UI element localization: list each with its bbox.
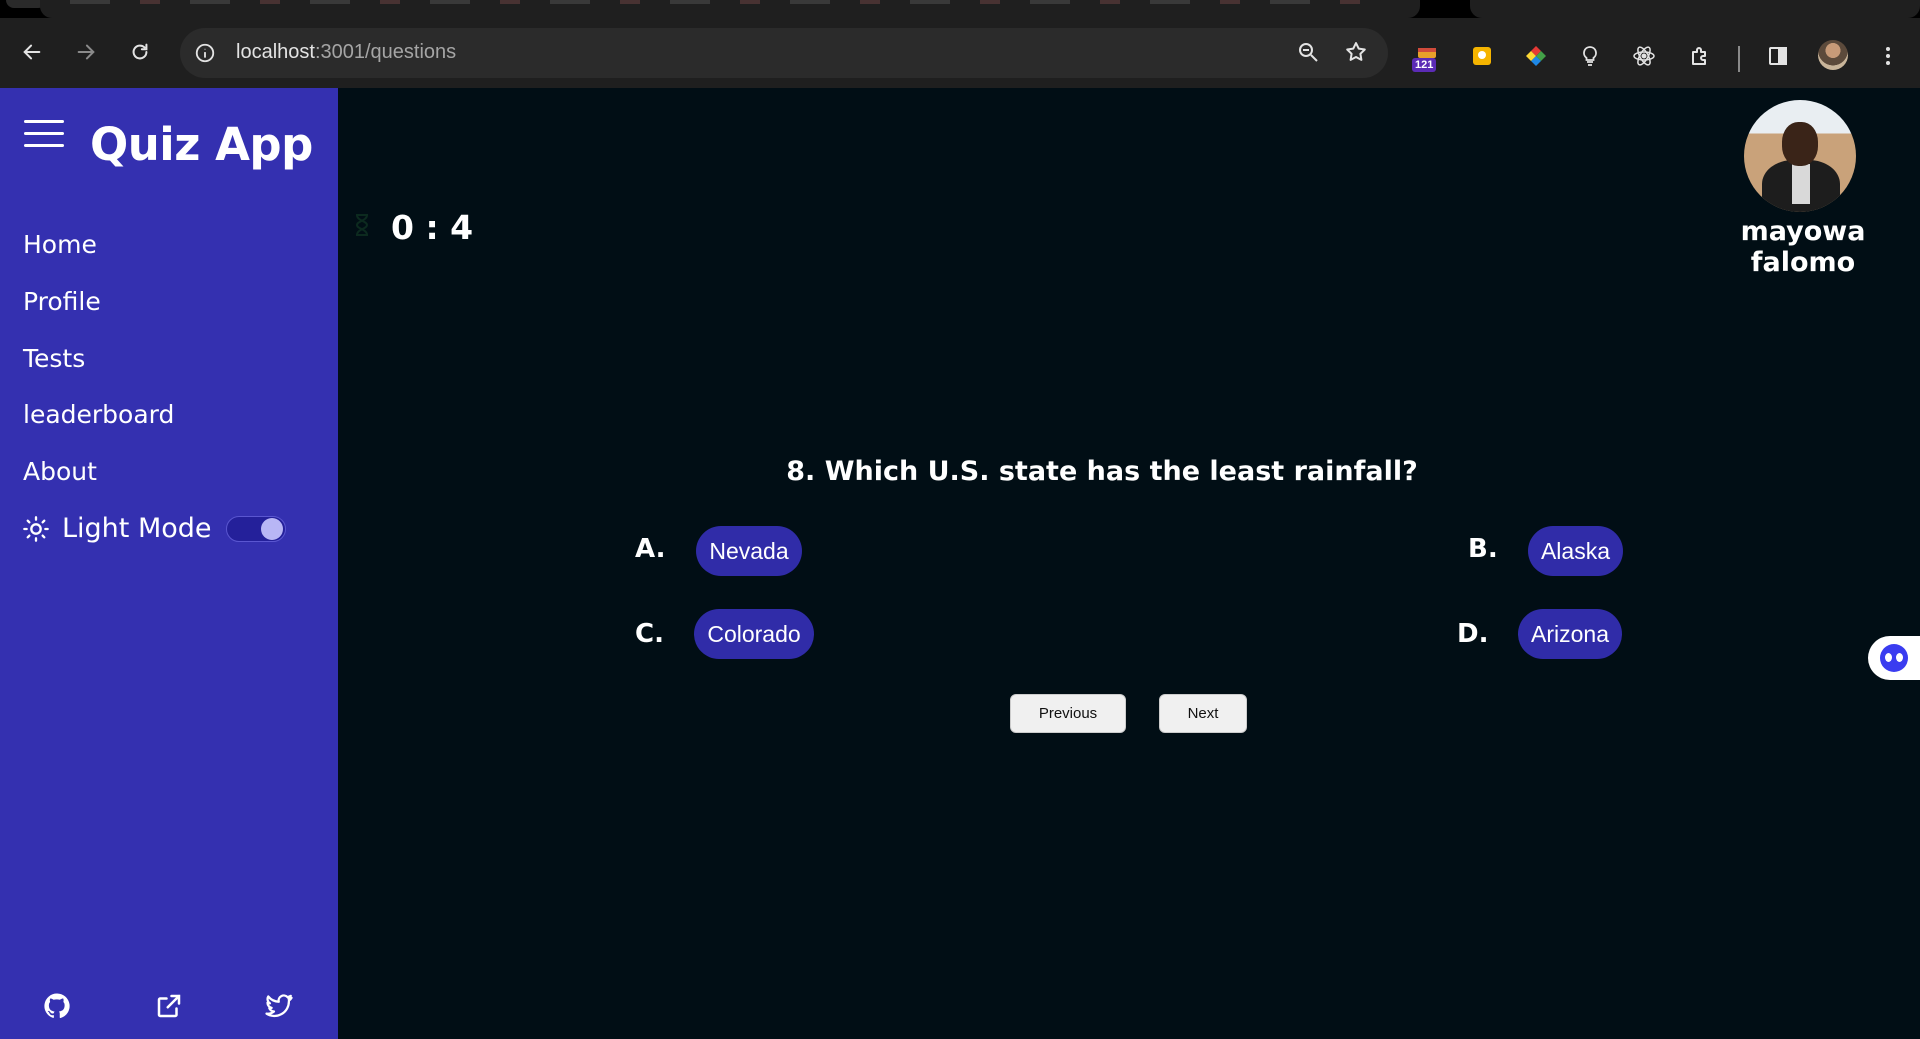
theme-mode-label: Light Mode bbox=[62, 513, 212, 544]
site-info-icon[interactable] bbox=[192, 40, 218, 66]
quiz-timer: 0 : 4 bbox=[391, 208, 474, 247]
option-c-button[interactable]: Colorado bbox=[694, 609, 814, 659]
theme-toggle[interactable] bbox=[225, 515, 286, 542]
bookmark-star-icon[interactable] bbox=[1344, 40, 1370, 66]
github-icon[interactable] bbox=[42, 991, 74, 1023]
toolbar-divider bbox=[1738, 46, 1740, 72]
reload-button[interactable] bbox=[120, 32, 160, 72]
hourglass-icon bbox=[355, 214, 369, 236]
toggle-knob bbox=[260, 517, 283, 540]
keep-extension-icon[interactable] bbox=[1468, 42, 1496, 70]
twitter-icon[interactable] bbox=[264, 991, 296, 1023]
option-b-button[interactable]: Alaska bbox=[1528, 526, 1623, 576]
username: mayowa falomo bbox=[1740, 216, 1866, 278]
option-a-letter: A. bbox=[635, 534, 666, 564]
avatar[interactable] bbox=[1744, 100, 1856, 212]
main-content: 0 : 4 mayowa falomo 8. Which U.S. state … bbox=[338, 88, 1920, 1039]
browser-tabstrip bbox=[0, 0, 1920, 18]
react-devtools-icon[interactable] bbox=[1630, 42, 1658, 70]
extensions-puzzle-icon[interactable] bbox=[1686, 42, 1714, 70]
sidebar-item-leaderboard[interactable]: leaderboard bbox=[23, 400, 174, 429]
extension-badge: 121 bbox=[1412, 58, 1437, 72]
app-title: Quiz App bbox=[90, 118, 313, 171]
address-bar[interactable]: localhost:3001/questions bbox=[180, 28, 1388, 78]
browser-toolbar: localhost:3001/questions 121 bbox=[0, 18, 1920, 88]
browser-tab[interactable] bbox=[1470, 0, 1920, 18]
option-c-letter: C. bbox=[635, 619, 664, 649]
external-link-icon[interactable] bbox=[154, 991, 186, 1023]
next-button[interactable]: Next bbox=[1159, 694, 1247, 733]
sidebar-item-tests[interactable]: Tests bbox=[23, 344, 85, 373]
back-button[interactable] bbox=[12, 32, 52, 72]
chat-widget-button[interactable] bbox=[1868, 636, 1920, 680]
lightbulb-extension-icon[interactable] bbox=[1576, 42, 1604, 70]
browser-tab-group[interactable] bbox=[40, 0, 1420, 18]
forward-button[interactable] bbox=[66, 32, 106, 72]
previous-button[interactable]: Previous bbox=[1010, 694, 1126, 733]
option-a-button[interactable]: Nevada bbox=[696, 526, 802, 576]
question-text: 8. Which U.S. state has the least rainfa… bbox=[786, 456, 1418, 487]
sidebar-item-profile[interactable]: Profile bbox=[23, 287, 101, 316]
zoom-icon[interactable] bbox=[1296, 40, 1322, 66]
more-menu-icon[interactable] bbox=[1874, 42, 1902, 70]
chat-bot-icon bbox=[1880, 644, 1908, 672]
sidebar-item-about[interactable]: About bbox=[23, 457, 97, 486]
browser-profile-avatar[interactable] bbox=[1818, 40, 1848, 70]
sidebar-item-home[interactable]: Home bbox=[23, 230, 97, 259]
url-host: localhost bbox=[236, 41, 315, 63]
color-picker-extension-icon[interactable] bbox=[1522, 42, 1550, 70]
hamburger-menu-icon[interactable] bbox=[24, 120, 64, 150]
url-path: :3001/questions bbox=[314, 41, 457, 63]
sidebar: Quiz App Home Profile Tests leaderboard … bbox=[0, 88, 338, 1039]
address-url[interactable]: localhost:3001/questions bbox=[236, 41, 456, 64]
app-root: Quiz App Home Profile Tests leaderboard … bbox=[0, 88, 1920, 1039]
option-b-letter: B. bbox=[1468, 534, 1498, 564]
sun-icon bbox=[23, 515, 49, 542]
side-panel-icon[interactable] bbox=[1764, 42, 1792, 70]
arrow-right-icon bbox=[77, 44, 95, 60]
arrow-left-icon bbox=[23, 44, 41, 60]
option-d-button[interactable]: Arizona bbox=[1518, 609, 1622, 659]
reload-icon bbox=[132, 43, 148, 60]
theme-mode-row: Light Mode bbox=[22, 513, 286, 544]
option-d-letter: D. bbox=[1457, 619, 1489, 649]
